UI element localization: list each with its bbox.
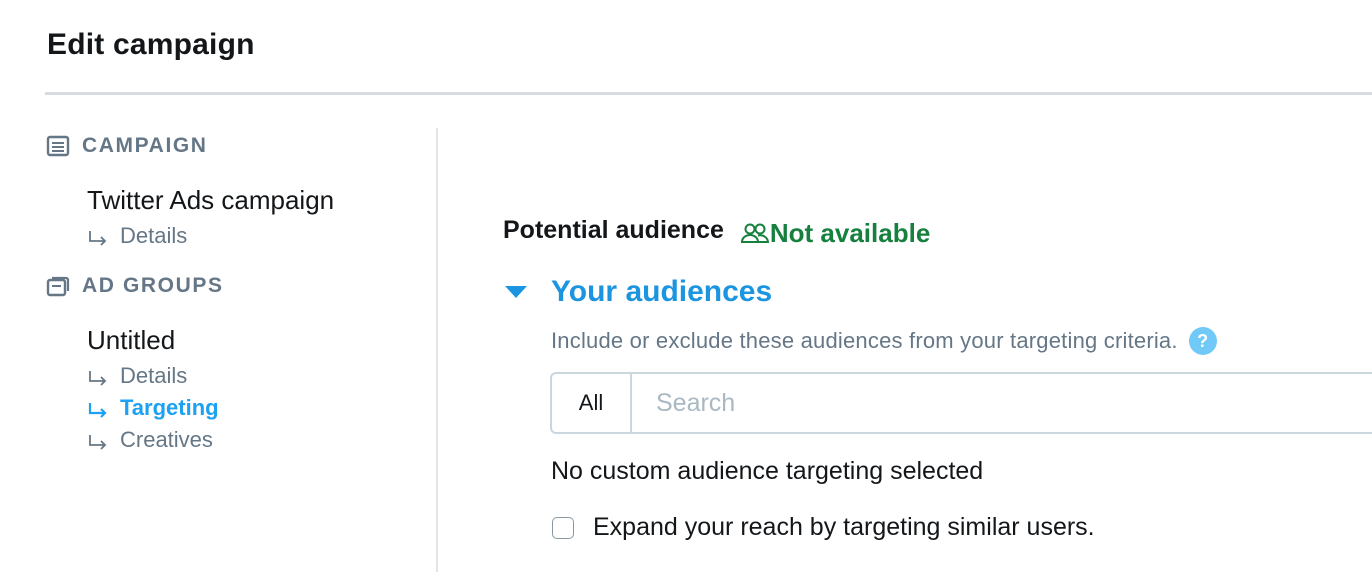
ad-group-name[interactable]: Untitled xyxy=(87,325,175,356)
people-icon xyxy=(740,222,770,246)
audience-search-box: All xyxy=(550,372,1372,434)
sidebar xyxy=(0,95,437,572)
sub-arrow-icon xyxy=(87,399,109,418)
your-audiences-description: Include or exclude these audiences from … xyxy=(551,327,1217,355)
audience-search-input[interactable] xyxy=(632,374,1372,432)
ad-group-targeting-label: Targeting xyxy=(120,395,219,420)
campaign-details-label: Details xyxy=(120,223,188,248)
potential-audience-status-text: Not available xyxy=(769,218,931,248)
help-icon[interactable]: ? xyxy=(1188,327,1217,355)
your-audiences-header: Your audiences xyxy=(503,275,772,309)
ad-group-details-link[interactable]: Details xyxy=(87,363,187,389)
ad-groups-section-heading: AD GROUPS xyxy=(46,274,224,298)
sub-arrow-icon xyxy=(87,227,109,246)
campaign-section-heading: CAMPAIGN xyxy=(46,134,208,158)
your-audiences-description-text: Include or exclude these audiences from … xyxy=(551,328,1178,353)
sub-arrow-icon xyxy=(87,431,109,450)
expand-reach-label[interactable]: Expand your reach by targeting similar u… xyxy=(593,513,1095,542)
list-icon xyxy=(46,135,70,157)
sub-arrow-icon xyxy=(87,367,109,386)
campaign-name[interactable]: Twitter Ads campaign xyxy=(87,185,334,216)
potential-audience-label: Potential audience xyxy=(503,216,724,244)
expand-reach-checkbox[interactable] xyxy=(552,516,574,539)
page-title: Edit campaign xyxy=(47,28,255,61)
sidebar-divider xyxy=(436,128,438,572)
no-audience-message: No custom audience targeting selected xyxy=(551,457,984,485)
ad-group-creatives-link[interactable]: Creatives xyxy=(87,427,213,453)
ad-group-details-label: Details xyxy=(120,363,188,388)
stack-icon xyxy=(46,275,70,297)
campaign-section-label: CAMPAIGN xyxy=(82,134,208,157)
ad-group-targeting-link[interactable]: Targeting xyxy=(87,395,219,421)
ad-group-creatives-label: Creatives xyxy=(120,427,213,452)
your-audiences-title[interactable]: Your audiences xyxy=(551,275,772,309)
potential-audience-row: Potential audience Not available xyxy=(503,212,930,249)
audience-filter-dropdown[interactable]: All xyxy=(552,374,632,432)
potential-audience-status: Not available xyxy=(740,218,930,249)
collapse-triangle-icon[interactable] xyxy=(503,284,529,300)
ad-groups-section-label: AD GROUPS xyxy=(82,274,224,297)
expand-reach-row: Expand your reach by targeting similar u… xyxy=(552,513,1095,542)
campaign-details-link[interactable]: Details xyxy=(87,223,187,249)
